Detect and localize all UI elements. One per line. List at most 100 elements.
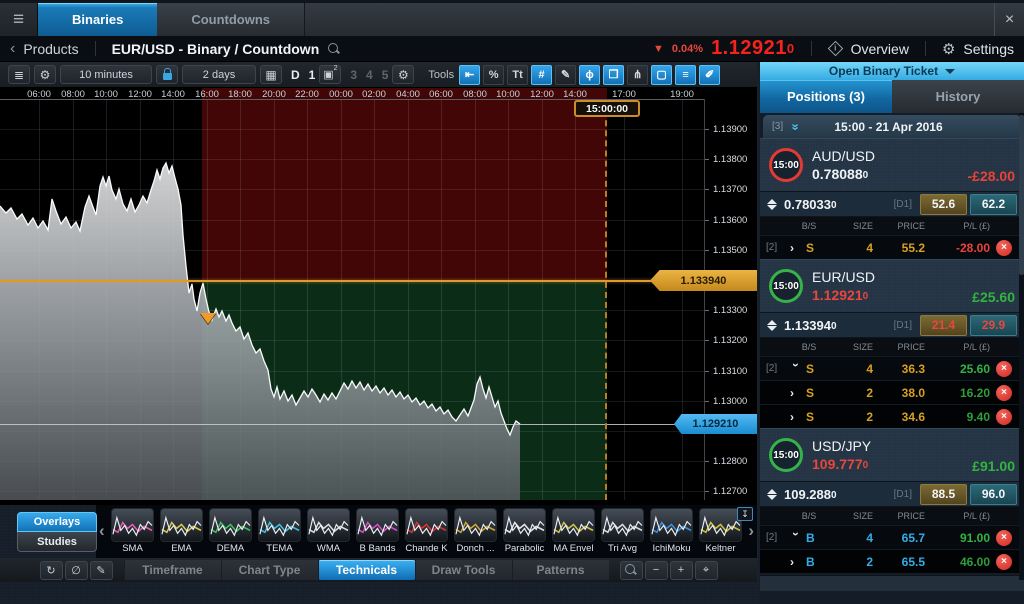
position-row[interactable]: [2]›S455.2-28.00× <box>760 235 1024 259</box>
scrollbar[interactable] <box>1019 113 1024 580</box>
position-row[interactable]: ›S234.69.40× <box>760 404 1024 428</box>
indicator-ichimoku[interactable]: IchiMoku <box>650 508 693 554</box>
layout-count-3[interactable]: 3 <box>350 68 357 82</box>
chart-plot[interactable]: 06:0008:0010:0012:0014:0016:0018:0020:00… <box>0 88 757 505</box>
count-button[interactable]: 1 <box>309 68 316 82</box>
interval-select[interactable]: 10 minutes <box>60 65 152 84</box>
calendar-icon[interactable]: ▦ <box>260 65 282 84</box>
close-position-icon[interactable]: × <box>996 530 1012 546</box>
cursor-return-icon[interactable]: ⇤ <box>459 65 480 85</box>
close-position-icon[interactable]: × <box>996 240 1012 256</box>
layout-count-5[interactable]: 5 <box>382 68 389 82</box>
indicator-dema[interactable]: DEMA <box>209 508 252 554</box>
search-icon[interactable] <box>327 42 341 56</box>
close-position-icon[interactable]: × <box>996 361 1012 377</box>
zoom-in-icon[interactable]: + <box>670 561 693 580</box>
chevron-right-icon[interactable]: › <box>790 555 806 569</box>
chart-layout-icon[interactable]: ▣2 <box>319 65 341 84</box>
buy-quote-button[interactable]: 62.2 <box>970 194 1017 215</box>
chevron-right-icon[interactable]: › <box>790 241 806 255</box>
indicator-wma[interactable]: WMA <box>307 508 350 554</box>
close-position-icon[interactable]: × <box>996 554 1012 570</box>
zoom-icon[interactable] <box>620 561 643 580</box>
buy-quote-button[interactable]: 96.0 <box>970 484 1017 505</box>
position-row[interactable]: ›B265.546.00× <box>760 549 1024 573</box>
lock-icon[interactable] <box>156 65 178 84</box>
position-row[interactable]: [2]›B465.791.00× <box>760 525 1024 549</box>
indicator-tema[interactable]: TEMA <box>258 508 301 554</box>
chevron-right-icon[interactable]: › <box>748 521 754 541</box>
range-select[interactable]: 2 days <box>182 65 256 84</box>
indicator-tri-avg[interactable]: Tri Avg <box>601 508 644 554</box>
strike-row-usd-jpy[interactable]: 109.2880[D1]88.596.0 <box>760 481 1024 507</box>
expiry-group-header[interactable]: [3] » 15:00 - 21 Apr 2016 <box>763 115 1021 138</box>
tab-binaries[interactable]: Binaries <box>38 3 157 36</box>
chevron-right-icon[interactable]: › <box>790 386 806 400</box>
tab-patterns[interactable]: Patterns <box>512 560 609 580</box>
indicator-parabolic[interactable]: Parabolic <box>503 508 546 554</box>
scrollbar-thumb[interactable] <box>1019 115 1024 275</box>
tab-countdowns[interactable]: Countdowns <box>157 3 305 36</box>
position-row[interactable]: [2]›S436.325.60× <box>760 356 1024 380</box>
tab-chart-type[interactable]: Chart Type <box>221 560 318 580</box>
overlays-button[interactable]: Overlays <box>17 512 97 532</box>
position-card-aud-usd[interactable]: 15:00AUD/USD0.780880-£28.00 <box>760 138 1024 191</box>
price-axis[interactable]: 1.139001.138001.137001.136001.135001.133… <box>704 99 757 500</box>
disable-icon[interactable]: ∅ <box>65 561 88 580</box>
indicator-donch[interactable]: Donch ... <box>454 508 497 554</box>
indicator-chande-k[interactable]: Chande K <box>405 508 448 554</box>
percent-pencil-icon[interactable]: ✐ <box>699 65 720 85</box>
overview-info-icon[interactable]: i <box>827 41 843 57</box>
tab-history[interactable]: History <box>892 80 1024 113</box>
percent-icon[interactable]: % <box>483 65 504 85</box>
double-chevron-down-icon[interactable]: » <box>791 123 801 130</box>
settings-gear-icon[interactable]: ⚙ <box>942 40 955 58</box>
overview-button[interactable]: Overview <box>851 41 909 57</box>
chevron-left-icon[interactable]: ‹ <box>99 521 105 541</box>
tab-technicals[interactable]: Technicals <box>318 560 415 580</box>
back-chevron-icon[interactable]: ‹ <box>10 40 15 58</box>
trendline-icon[interactable]: ⋔ <box>627 65 648 85</box>
close-position-icon[interactable]: × <box>996 385 1012 401</box>
strike-row-aud-usd[interactable]: 0.780330[D1]52.662.2 <box>760 191 1024 217</box>
lines-icon[interactable]: ≡ <box>675 65 696 85</box>
trade-marker-icon[interactable] <box>200 313 216 324</box>
candlestick-icon[interactable]: ϕ <box>579 65 600 85</box>
settings-button[interactable]: Settings <box>963 41 1014 57</box>
sell-quote-button[interactable]: 21.4 <box>920 315 967 336</box>
indicator-ma-envel[interactable]: MA Envel <box>552 508 595 554</box>
strike-row-eur-usd[interactable]: 1.133940[D1]21.429.9 <box>760 312 1024 338</box>
gear-icon[interactable]: ⚙ <box>34 65 56 84</box>
windows-icon[interactable]: ❐ <box>603 65 624 85</box>
zoom-out-icon[interactable]: − <box>645 561 668 580</box>
chevron-down-icon[interactable]: › <box>789 532 803 544</box>
open-binary-ticket-button[interactable]: Open Binary Ticket <box>760 62 1024 80</box>
indicator-b-bands[interactable]: B Bands <box>356 508 399 554</box>
tab-draw-tools[interactable]: Draw Tools <box>415 560 512 580</box>
indicator-sma[interactable]: SMA <box>111 508 154 554</box>
sell-quote-button[interactable]: 88.5 <box>920 484 967 505</box>
list-icon[interactable]: ≣ <box>8 65 30 84</box>
grid-icon[interactable]: # <box>531 65 552 85</box>
tab-positions[interactable]: Positions (3) <box>760 80 892 113</box>
buy-quote-button[interactable]: 29.9 <box>970 315 1017 336</box>
products-link[interactable]: Products <box>23 41 78 57</box>
period-button[interactable]: D <box>291 68 300 82</box>
sell-quote-button[interactable]: 52.6 <box>920 194 967 215</box>
shape-icon[interactable]: ▢ <box>651 65 672 85</box>
close-icon[interactable]: × <box>994 3 1024 36</box>
studies-button[interactable]: Studies <box>17 532 97 552</box>
layout-count-4[interactable]: 4 <box>366 68 373 82</box>
position-card-eur-usd[interactable]: 15:00EUR/USD1.129210£25.60 <box>760 259 1024 312</box>
close-position-icon[interactable]: × <box>996 409 1012 425</box>
download-icon[interactable]: ↧ <box>737 507 753 521</box>
hamburger-menu-icon[interactable]: ≡ <box>0 3 38 36</box>
pencil-icon[interactable]: ✎ <box>90 561 113 580</box>
reset-view-icon[interactable]: ⌖ <box>695 561 718 580</box>
chevron-right-icon[interactable]: › <box>790 410 806 424</box>
indicator-keltner[interactable]: Keltner <box>699 508 742 554</box>
tab-timeframe[interactable]: Timeframe <box>124 560 221 580</box>
position-card-usd-jpy[interactable]: 15:00USD/JPY109.7770£91.00 <box>760 428 1024 481</box>
strike-price-line[interactable] <box>0 280 704 282</box>
settings-gear-icon[interactable]: ⚙ <box>392 65 414 84</box>
